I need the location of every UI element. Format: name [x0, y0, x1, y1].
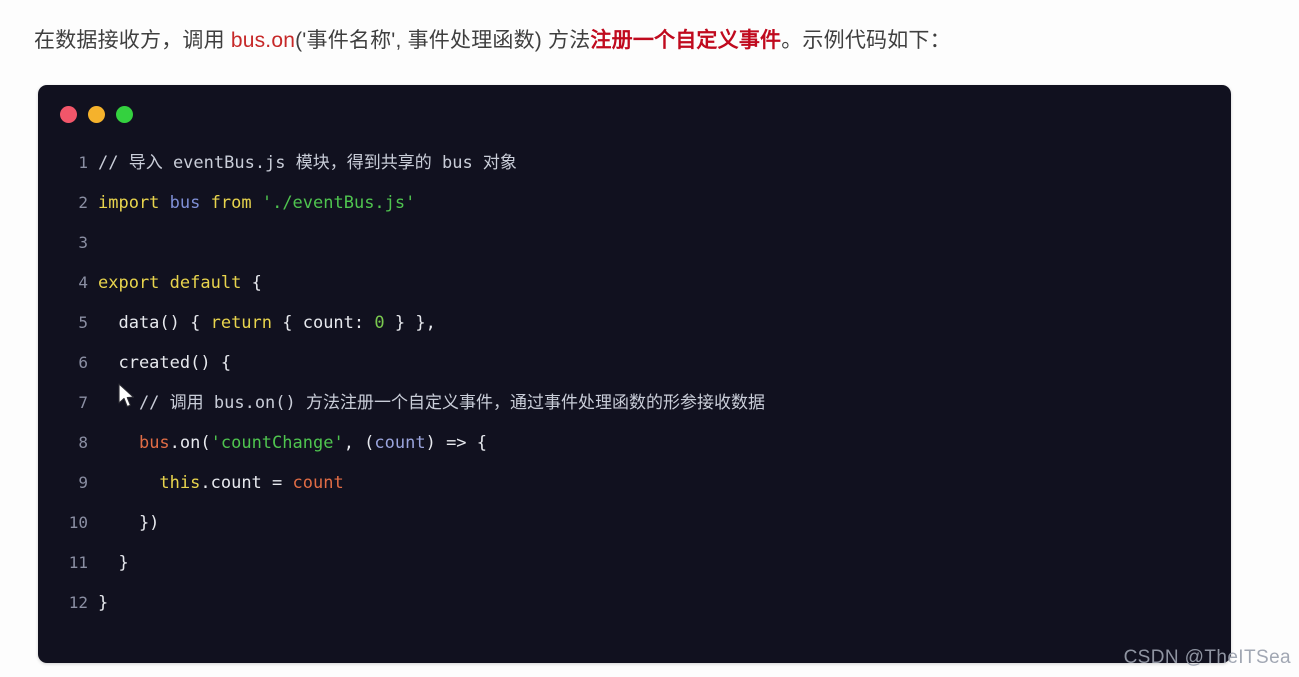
line-number: 7	[78, 393, 88, 412]
maximize-icon[interactable]	[116, 105, 133, 123]
line-number: 2	[78, 193, 88, 212]
line-number: 1	[78, 153, 88, 172]
code-line: 6 created() {	[38, 343, 1231, 383]
code-line-text: // 调用 bus.on() 方法注册一个自定义事件，通过事件处理函数的形参接收…	[98, 383, 1231, 423]
code-line-text: // 导入 eventBus.js 模块，得到共享的 bus 对象	[98, 143, 1231, 183]
code-window-titlebar	[38, 85, 1231, 143]
prose-part-3: 。示例代码如下：	[781, 29, 951, 52]
code-line: 1 // 导入 eventBus.js 模块，得到共享的 bus 对象	[38, 143, 1231, 183]
code-line: 9 this.count = count	[38, 463, 1231, 503]
line-number: 9	[78, 473, 88, 492]
code-line-text: }	[98, 583, 1231, 623]
code-token: count	[374, 433, 426, 453]
code-line: 11 }	[38, 543, 1231, 583]
line-number: 3	[78, 233, 88, 252]
prose-part-2: ('事件名称', 事件处理函数) 方法	[295, 29, 591, 52]
code-line-text: export default {	[98, 263, 1231, 303]
close-icon[interactable]	[60, 105, 77, 123]
minimize-icon[interactable]	[88, 105, 105, 123]
code-token: // 导入 eventBus.js 模块，得到共享的 bus 对象	[98, 153, 517, 173]
code-line: 5 data() { return { count: 0 } },	[38, 303, 1231, 343]
code-line-text: data() { return { count: 0 } },	[98, 303, 1231, 343]
prose-emphasis: 注册一个自定义事件	[590, 29, 782, 52]
code-token: './eventBus.js'	[261, 193, 416, 213]
code-line-text: import bus from './eventBus.js'	[98, 183, 1231, 223]
code-token: 'countChange'	[210, 433, 344, 453]
line-number: 5	[78, 313, 88, 332]
code-token: }	[98, 593, 109, 613]
code-token: , (	[343, 433, 375, 453]
code-line-text: this.count = count	[98, 463, 1231, 503]
code-body[interactable]: 1 // 导入 eventBus.js 模块，得到共享的 bus 对象 2 impor…	[38, 143, 1231, 663]
code-line-text: bus.on('countChange', (count) => {	[98, 423, 1231, 463]
code-line: 2 import bus from './eventBus.js'	[38, 183, 1231, 223]
code-line: 4 export default {	[38, 263, 1231, 303]
code-token: }	[98, 553, 129, 573]
line-number: 12	[68, 593, 88, 612]
line-number: 11	[68, 553, 88, 572]
code-line: 3	[38, 223, 1231, 263]
code-line-text: }	[98, 543, 1231, 583]
line-number: 4	[78, 273, 88, 292]
code-line-text: })	[98, 503, 1231, 543]
prose-inline-code-bus-on: bus.on	[230, 29, 296, 52]
watermark-csdn: CSDN @TheITSea	[1123, 647, 1291, 668]
code-token: .count =	[200, 473, 293, 493]
line-number: 8	[78, 433, 88, 452]
code-token: export	[98, 273, 160, 293]
code-line: 7 // 调用 bus.on() 方法注册一个自定义事件，通过事件处理函数的形参…	[38, 383, 1231, 423]
code-token: ) => {	[425, 433, 488, 453]
prose-part-1: 在数据接收方，调用	[34, 29, 231, 52]
code-token: default	[169, 273, 242, 293]
prose-line: 在数据接收方，调用 bus.on('事件名称', 事件处理函数) 方法注册一个自…	[34, 24, 1274, 58]
code-token: bus	[169, 193, 201, 213]
code-token: return	[210, 313, 273, 333]
code-token: from	[210, 193, 252, 213]
code-token: {	[241, 273, 262, 293]
code-line: 12}	[38, 583, 1231, 623]
code-token: bus	[138, 433, 170, 453]
code-token: count	[292, 473, 344, 493]
code-line: 10 })	[38, 503, 1231, 543]
code-token: .on(	[169, 433, 211, 453]
code-token: { count:	[272, 313, 375, 333]
code-line-text: created() {	[98, 343, 1231, 383]
code-line: 8 bus.on('countChange', (count) => {	[38, 423, 1231, 463]
code-token: 0	[374, 313, 385, 333]
code-token: } },	[384, 313, 436, 333]
line-number: 10	[68, 513, 88, 532]
line-number: 6	[78, 353, 88, 372]
code-token: data() {	[98, 313, 211, 333]
code-token: })	[98, 513, 160, 533]
code-token: import	[98, 193, 160, 213]
code-token: // 调用 bus.on() 方法注册一个自定义事件，通过事件处理函数的形参接收…	[98, 393, 765, 413]
code-window: 1 // 导入 eventBus.js 模块，得到共享的 bus 对象 2 impor…	[38, 85, 1231, 663]
code-token: created() {	[98, 353, 232, 373]
code-token: this	[159, 473, 201, 493]
